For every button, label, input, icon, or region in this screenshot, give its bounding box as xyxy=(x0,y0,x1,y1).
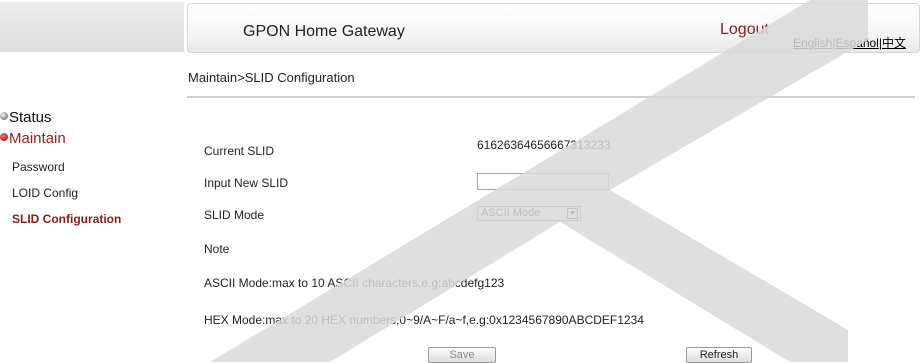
sidebar-item-maintain[interactable]: Maintain xyxy=(0,130,66,147)
logout-link[interactable]: Logout xyxy=(720,21,769,39)
header-bar: GPON Home Gateway Logout English|Español… xyxy=(187,3,920,53)
hex-mode-note: HEX Mode:max to 20 HEX numbers,0~9/A~F/a… xyxy=(204,313,644,327)
watermark-logo xyxy=(210,0,868,362)
sidebar-item-slid-configuration[interactable]: SLID Configuration xyxy=(12,212,121,226)
breadcrumb: Maintain>SLID Configuration xyxy=(188,70,355,85)
save-button[interactable]: Save xyxy=(428,347,496,363)
dropdown-arrow-icon[interactable]: ▼ xyxy=(567,208,578,219)
ascii-mode-note: ASCII Mode:max to 10 ASCII characters,e.… xyxy=(204,276,505,290)
divider xyxy=(187,96,915,98)
slid-mode-selected: ASCII Mode xyxy=(481,207,541,219)
bullet-icon xyxy=(0,112,8,120)
lang-chinese-link[interactable]: 中文 xyxy=(882,36,906,50)
gateway-title: GPON Home Gateway xyxy=(243,23,405,40)
input-new-slid-label: Input New SLID xyxy=(204,176,289,190)
language-switcher: English|Español|中文 xyxy=(793,34,906,51)
current-slid-label: Current SLID xyxy=(204,144,275,158)
new-slid-input[interactable] xyxy=(477,173,609,190)
slid-mode-select[interactable]: ASCII Mode ▼ xyxy=(477,206,581,221)
logo-area xyxy=(0,2,184,52)
lang-spanish-link[interactable]: Español xyxy=(835,36,878,50)
bullet-icon xyxy=(0,133,8,141)
sidebar-item-label: Maintain xyxy=(9,130,66,147)
sidebar-item-password[interactable]: Password xyxy=(12,160,65,174)
sidebar-item-loid-config[interactable]: LOID Config xyxy=(12,186,78,200)
slid-mode-label: SLID Mode xyxy=(204,208,265,222)
note-label: Note xyxy=(204,242,230,256)
current-slid-value: 61626364656667313233 xyxy=(477,138,611,152)
sidebar-item-status[interactable]: Status xyxy=(0,109,52,126)
sidebar-item-label: Status xyxy=(9,109,52,126)
lang-english-link[interactable]: English xyxy=(793,36,832,50)
refresh-button[interactable]: Refresh xyxy=(686,347,752,363)
